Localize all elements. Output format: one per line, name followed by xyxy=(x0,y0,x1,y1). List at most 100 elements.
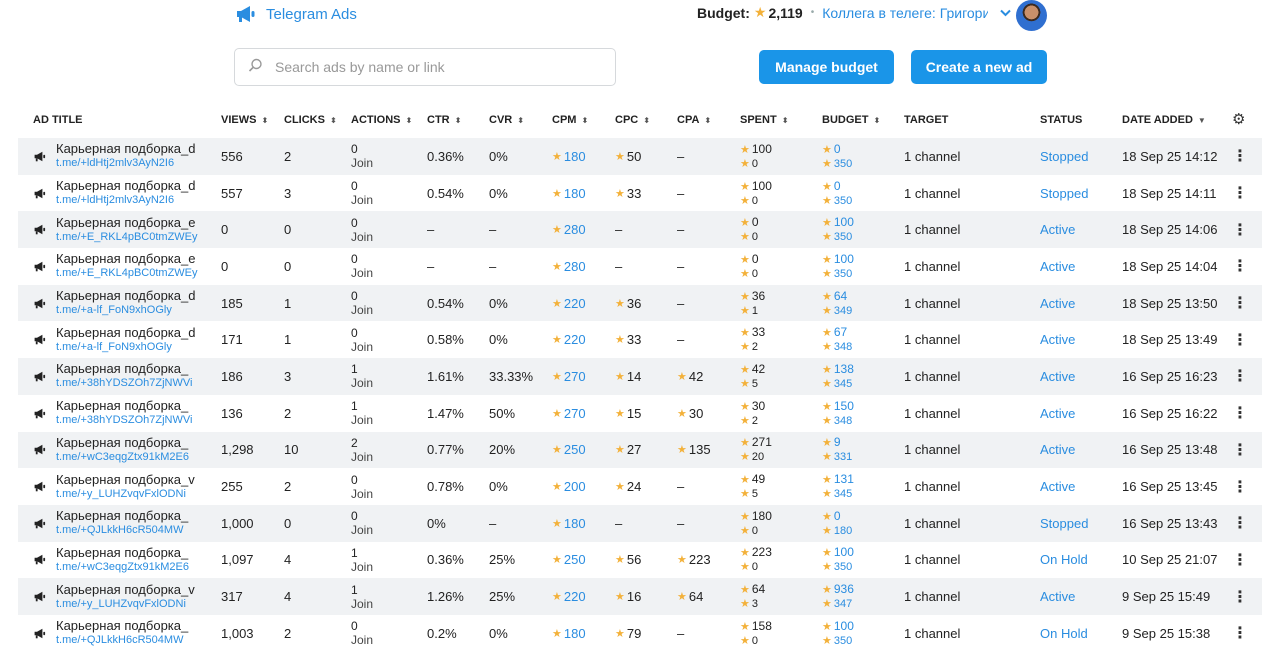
ad-title-cell[interactable]: Карьерная подборка_d t.me/+a-lf_FoN9xhOG… xyxy=(56,321,204,358)
cpm-value[interactable]: 200 xyxy=(564,479,586,494)
budget-cell[interactable]: ★ 0 ★ 350 xyxy=(822,138,852,175)
ad-title[interactable]: Карьерная подборка_e xyxy=(56,251,204,266)
more-vertical-icon[interactable]: ⋮ xyxy=(1232,615,1248,652)
table-row[interactable]: Карьерная подборка_ t.me/+QJLkkH6cR504MW… xyxy=(18,504,1262,542)
status-badge[interactable]: Stopped xyxy=(1040,138,1088,175)
budget-cell[interactable]: ★ 936 ★ 347 xyxy=(822,578,854,615)
ad-title[interactable]: Карьерная подборка_ xyxy=(56,435,204,450)
sort-icon[interactable]: ⬍ xyxy=(330,116,337,125)
budget-cell[interactable]: ★ 64 ★ 349 xyxy=(822,285,852,322)
cpm-value[interactable]: 180 xyxy=(564,626,586,641)
col-cpm[interactable]: CPM ⬍ xyxy=(552,114,588,126)
budget-top-value[interactable]: 100 xyxy=(834,545,854,559)
ad-link[interactable]: t.me/+38hYDSZOh7ZjNWVi xyxy=(56,413,204,428)
budget-top-value[interactable]: 0 xyxy=(834,142,841,156)
budget-cell[interactable]: ★ 9 ★ 331 xyxy=(822,432,852,469)
sort-icon[interactable]: ⬍ xyxy=(517,116,524,125)
col-budget[interactable]: BUDGET ⬍ xyxy=(822,114,880,126)
budget-cell[interactable]: ★ 0 ★ 180 xyxy=(822,505,852,542)
budget-top[interactable]: ★ 150 xyxy=(822,399,854,414)
more-vertical-icon[interactable]: ⋮ xyxy=(1232,358,1248,395)
col-actions[interactable]: ACTIONS ⬍ xyxy=(351,114,412,126)
ad-link[interactable]: t.me/+a-lf_FoN9xhOGly xyxy=(56,340,204,355)
status-badge[interactable]: Active xyxy=(1040,468,1075,505)
ad-link[interactable]: t.me/+QJLkkH6cR504MW xyxy=(56,633,204,648)
budget-top-value[interactable]: 9 xyxy=(834,435,841,449)
avatar[interactable] xyxy=(1016,0,1047,31)
sort-icon[interactable]: ⬍ xyxy=(406,116,413,125)
cpm-value[interactable]: 280 xyxy=(564,222,586,237)
ad-title-cell[interactable]: Карьерная подборка_d t.me/+ldHtj2mlv3AyN… xyxy=(56,138,204,175)
col-date-added[interactable]: DATE ADDED ▼ xyxy=(1122,114,1206,126)
table-row[interactable]: Карьерная подборка_ t.me/+wC3eqgZtx91kM2… xyxy=(18,542,1262,579)
ad-title-cell[interactable]: Карьерная подборка_ t.me/+QJLkkH6cR504MW xyxy=(56,615,204,652)
budget-top-value[interactable]: 150 xyxy=(834,399,854,413)
ad-link[interactable]: t.me/+E_RKL4pBC0tmZWEy xyxy=(56,230,204,245)
table-row[interactable]: Карьерная подборка_d t.me/+ldHtj2mlv3AyN… xyxy=(18,175,1262,212)
status-badge[interactable]: Active xyxy=(1040,358,1075,395)
ad-link[interactable]: t.me/+ldHtj2mlv3AyN2I6 xyxy=(56,193,204,208)
budget-top[interactable]: ★ 0 xyxy=(822,142,841,157)
ad-title[interactable]: Карьерная подборка_ xyxy=(56,545,204,560)
table-row[interactable]: Карьерная подборка_e t.me/+E_RKL4pBC0tmZ… xyxy=(18,248,1262,285)
ad-title[interactable]: Карьерная подборка_e xyxy=(56,215,204,230)
budget-top-value[interactable]: 0 xyxy=(834,509,841,523)
ad-title[interactable]: Карьерная подборка_ xyxy=(56,618,204,633)
budget-top[interactable]: ★ 64 xyxy=(822,289,847,304)
ad-link[interactable]: t.me/+y_LUHZvqvFxlODNi xyxy=(56,487,204,502)
status-badge[interactable]: Active xyxy=(1040,432,1075,469)
ad-title[interactable]: Карьерная подборка_ xyxy=(56,508,204,523)
ad-link[interactable]: t.me/+wC3eqgZtx91kM2E6 xyxy=(56,450,204,465)
status-badge[interactable]: Active xyxy=(1040,248,1075,285)
status-badge[interactable]: Active xyxy=(1040,578,1075,615)
col-ctr[interactable]: CTR ⬍ xyxy=(427,114,461,126)
budget-top[interactable]: ★ 100 xyxy=(822,619,854,634)
ad-title[interactable]: Карьерная подборка_d xyxy=(56,178,204,193)
table-row[interactable]: Карьерная подборка_d t.me/+a-lf_FoN9xhOG… xyxy=(18,284,1262,322)
budget-top-value[interactable]: 131 xyxy=(834,472,854,486)
budget-cell[interactable]: ★ 67 ★ 348 xyxy=(822,321,852,358)
budget-cell[interactable]: ★ 131 ★ 345 xyxy=(822,468,854,505)
brand-link[interactable]: Telegram Ads xyxy=(236,5,357,23)
ad-link[interactable]: t.me/+ldHtj2mlv3AyN2I6 xyxy=(56,156,204,171)
budget-top[interactable]: ★ 0 xyxy=(822,179,841,194)
more-vertical-icon[interactable]: ⋮ xyxy=(1232,211,1248,248)
more-vertical-icon[interactable]: ⋮ xyxy=(1232,468,1248,505)
col-cpc[interactable]: CPC ⬍ xyxy=(615,114,650,126)
ad-title-cell[interactable]: Карьерная подборка_d t.me/+ldHtj2mlv3AyN… xyxy=(56,175,204,212)
chevron-down-icon[interactable] xyxy=(1000,6,1011,20)
ad-link[interactable]: t.me/+38hYDSZOh7ZjNWVi xyxy=(56,376,204,391)
manage-budget-button[interactable]: Manage budget xyxy=(759,50,894,84)
sort-icon[interactable]: ⬍ xyxy=(581,116,588,125)
table-row[interactable]: Карьерная подборка_ t.me/+wC3eqgZtx91kM2… xyxy=(18,431,1262,469)
search-input[interactable] xyxy=(275,59,595,75)
table-row[interactable]: Карьерная подборка_ t.me/+38hYDSZOh7ZjNW… xyxy=(18,358,1262,395)
col-spent[interactable]: SPENT ⬍ xyxy=(740,114,788,126)
ad-title-cell[interactable]: Карьерная подборка_e t.me/+E_RKL4pBC0tmZ… xyxy=(56,248,204,285)
status-badge[interactable]: Active xyxy=(1040,395,1075,432)
more-vertical-icon[interactable]: ⋮ xyxy=(1232,248,1248,285)
ad-link[interactable]: t.me/+a-lf_FoN9xhOGly xyxy=(56,303,204,318)
status-badge[interactable]: Active xyxy=(1040,285,1075,322)
budget-top[interactable]: ★ 138 xyxy=(822,362,854,377)
cpm-value[interactable]: 220 xyxy=(564,589,586,604)
budget-cell[interactable]: ★ 150 ★ 348 xyxy=(822,395,854,432)
cpm-value[interactable]: 280 xyxy=(564,259,586,274)
table-row[interactable]: Карьерная подборка_ t.me/+38hYDSZOh7ZjNW… xyxy=(18,395,1262,432)
col-cvr[interactable]: CVR ⬍ xyxy=(489,114,524,126)
cpm-value[interactable]: 270 xyxy=(564,406,586,421)
cpm-value[interactable]: 270 xyxy=(564,369,586,384)
sort-icon[interactable]: ⬍ xyxy=(704,116,711,125)
cpm-value[interactable]: 180 xyxy=(564,516,586,531)
budget-top-value[interactable]: 138 xyxy=(834,362,854,376)
ad-title[interactable]: Карьерная подборка_d xyxy=(56,325,204,340)
more-vertical-icon[interactable]: ⋮ xyxy=(1232,395,1248,432)
table-row[interactable]: Карьерная подборка_ t.me/+QJLkkH6cR504MW… xyxy=(18,615,1262,652)
budget-cell[interactable]: ★ 100 ★ 350 xyxy=(822,542,854,579)
col-clicks[interactable]: CLICKS ⬍ xyxy=(284,114,337,126)
status-badge[interactable]: On Hold xyxy=(1040,615,1088,652)
sort-desc-icon[interactable]: ▼ xyxy=(1198,116,1206,125)
ad-title-cell[interactable]: Карьерная подборка_ t.me/+38hYDSZOh7ZjNW… xyxy=(56,358,204,395)
ad-title[interactable]: Карьерная подборка_v xyxy=(56,472,204,487)
budget-top[interactable]: ★ 100 xyxy=(822,252,854,267)
